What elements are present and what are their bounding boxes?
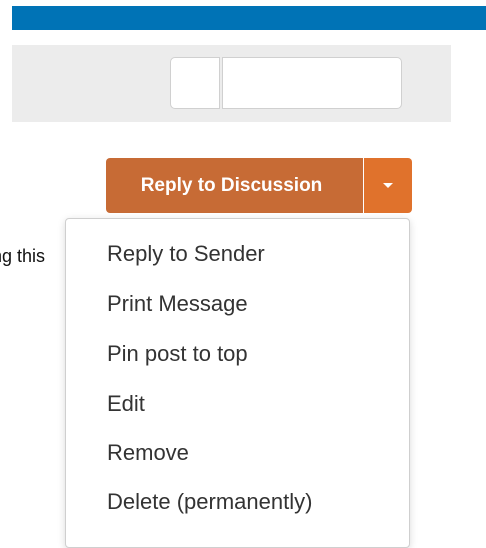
reply-to-discussion-button[interactable]: Reply to Discussion <box>106 158 363 213</box>
toolbar-input[interactable] <box>222 57 402 109</box>
reply-options-toggle[interactable] <box>364 158 412 213</box>
menu-item-remove[interactable]: Remove <box>107 440 189 466</box>
toolbar-button[interactable] <box>170 57 220 109</box>
menu-item-print-message[interactable]: Print Message <box>107 291 248 317</box>
toolbar <box>12 45 451 122</box>
menu-item-delete-permanently[interactable]: Delete (permanently) <box>107 489 312 515</box>
caret-down-icon <box>383 183 393 188</box>
reply-button-group: Reply to Discussion <box>106 158 412 213</box>
reply-options-menu: Reply to Sender Print Message Pin post t… <box>65 218 410 548</box>
message-text: ng this <box>0 246 46 266</box>
menu-item-pin-post[interactable]: Pin post to top <box>107 341 248 367</box>
menu-item-reply-to-sender[interactable]: Reply to Sender <box>107 241 265 267</box>
menu-item-edit[interactable]: Edit <box>107 391 145 417</box>
header-bar <box>12 6 486 30</box>
